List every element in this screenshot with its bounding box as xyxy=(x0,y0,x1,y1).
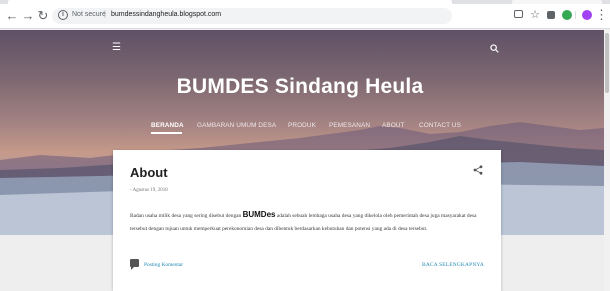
active-nav-indicator xyxy=(151,132,182,134)
security-label: Not secure xyxy=(72,11,106,18)
nav-item-about[interactable]: ABOUT xyxy=(382,122,405,129)
reload-icon[interactable]: ↻ xyxy=(36,9,50,23)
profile-avatar-icon[interactable] xyxy=(582,10,592,20)
back-icon[interactable]: ← xyxy=(5,9,19,23)
nav-item-contact-us[interactable]: CONTACT US xyxy=(419,122,461,129)
post-card: About - Agustus 19, 2018 Badan usaha mil… xyxy=(113,150,501,291)
toolbar-divider xyxy=(575,11,576,19)
url-text[interactable]: bumdessindangheula.blogspot.com xyxy=(111,11,221,18)
browser-toolbar: ← → ↻ i Not secure | bumdessindangheula.… xyxy=(0,4,610,29)
post-text-bold: BUMDes xyxy=(242,210,276,219)
post-text-start: Badan usaha milik desa yang sering diseb… xyxy=(130,213,243,219)
comment-icon[interactable] xyxy=(130,259,139,270)
hamburger-menu-icon[interactable]: ☰ xyxy=(112,43,121,53)
address-separator: | xyxy=(104,11,106,18)
nav-item-beranda[interactable]: BERANDA xyxy=(151,122,184,129)
site-title[interactable]: BUMDES Sindang Heula xyxy=(150,75,450,99)
star-icon[interactable]: ☆ xyxy=(528,8,542,22)
extension-green-icon[interactable] xyxy=(562,10,572,20)
search-icon[interactable] xyxy=(490,44,499,53)
post-snippet: Badan usaha milik desa yang sering diseb… xyxy=(130,208,494,236)
more-menu-icon[interactable]: ⋮ xyxy=(595,8,608,22)
scrollbar-thumb[interactable] xyxy=(605,33,609,93)
nav-item-gambaran-umum-desa[interactable]: GAMBARAN UMUM DESA xyxy=(197,122,276,129)
extension-icon[interactable] xyxy=(547,11,555,19)
forward-icon[interactable]: → xyxy=(21,9,35,23)
info-icon[interactable]: i xyxy=(58,10,68,20)
post-date[interactable]: - Agustus 19, 2018 xyxy=(130,188,168,193)
nav-item-produk[interactable]: PRODUK xyxy=(288,122,316,129)
translate-icon[interactable] xyxy=(514,10,523,18)
share-icon[interactable] xyxy=(473,165,483,175)
nav-item-pemesanan[interactable]: PEMESANAN xyxy=(329,122,370,129)
post-comment-link[interactable]: Posting Komentar xyxy=(144,262,183,268)
post-title[interactable]: About xyxy=(130,165,168,180)
read-more-link[interactable]: BACA SELENGKAPNYA xyxy=(422,262,484,268)
